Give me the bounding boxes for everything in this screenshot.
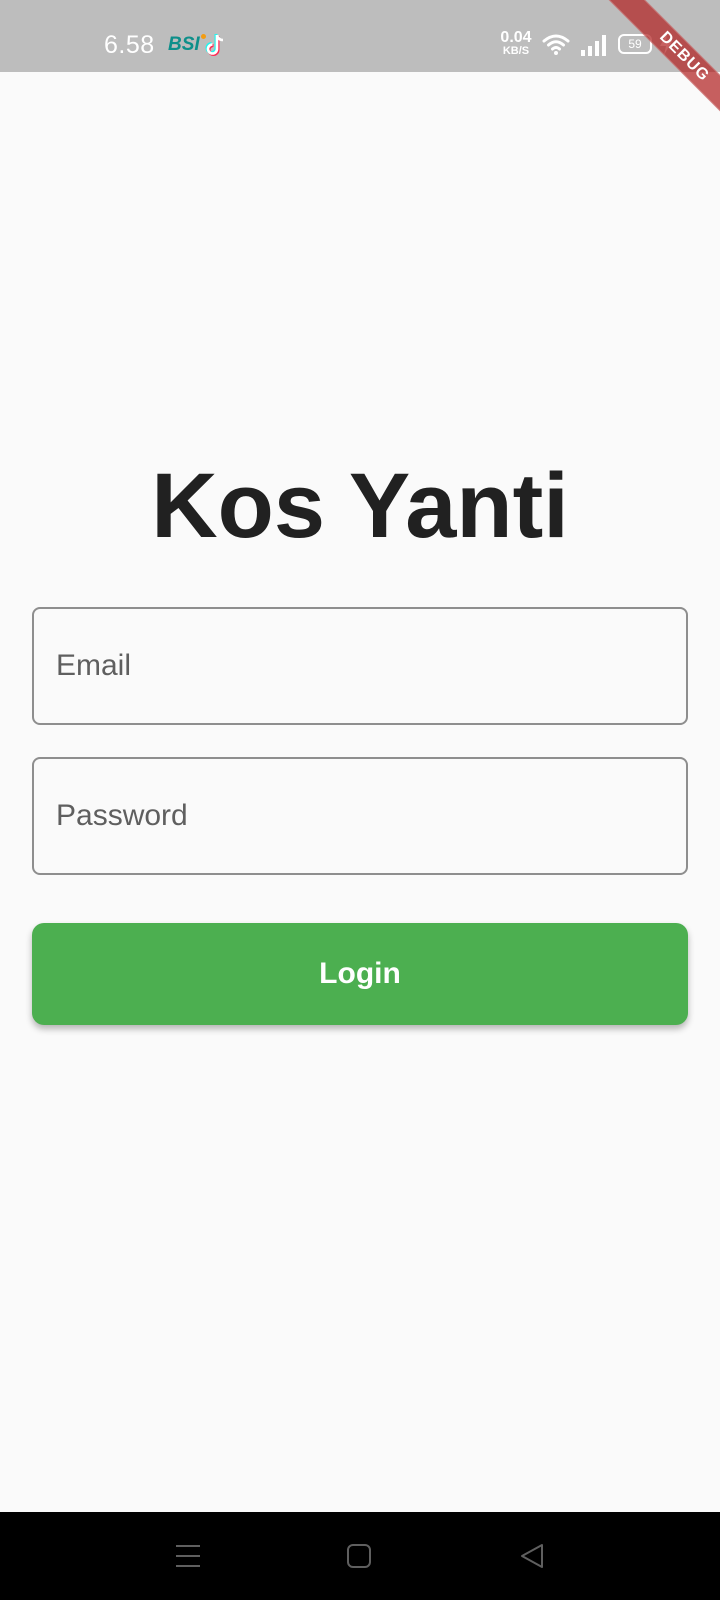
bsi-icon: BSI <box>168 34 206 56</box>
back-button[interactable] <box>510 1534 554 1578</box>
home-button[interactable] <box>337 1534 381 1578</box>
network-speed-value: 0.04 <box>500 29 532 46</box>
status-time: 6.58 <box>104 31 155 59</box>
menu-button[interactable] <box>166 1534 210 1578</box>
status-bar: 6.58 BSI 0.04 KB/S 59 <box>0 0 720 72</box>
bsi-label: BSI <box>168 34 200 55</box>
menu-icon <box>176 1545 200 1567</box>
email-input[interactable] <box>34 609 686 723</box>
password-field[interactable] <box>32 757 688 875</box>
wifi-icon <box>542 34 570 55</box>
signal-icon <box>581 35 606 56</box>
password-input[interactable] <box>34 759 686 873</box>
battery-icon: 59 <box>618 34 652 54</box>
network-speed: 0.04 KB/S <box>496 29 536 58</box>
email-field[interactable] <box>32 607 688 725</box>
login-button[interactable]: Login <box>32 923 688 1025</box>
network-speed-unit: KB/S <box>502 45 530 57</box>
battery-level: 59 <box>628 37 642 51</box>
home-icon <box>347 1544 371 1568</box>
charging-icon <box>660 33 672 55</box>
back-icon <box>521 1544 543 1568</box>
app-title: Kos Yanti <box>151 455 569 557</box>
navigation-bar <box>0 1512 720 1600</box>
tiktok-icon <box>205 34 224 56</box>
